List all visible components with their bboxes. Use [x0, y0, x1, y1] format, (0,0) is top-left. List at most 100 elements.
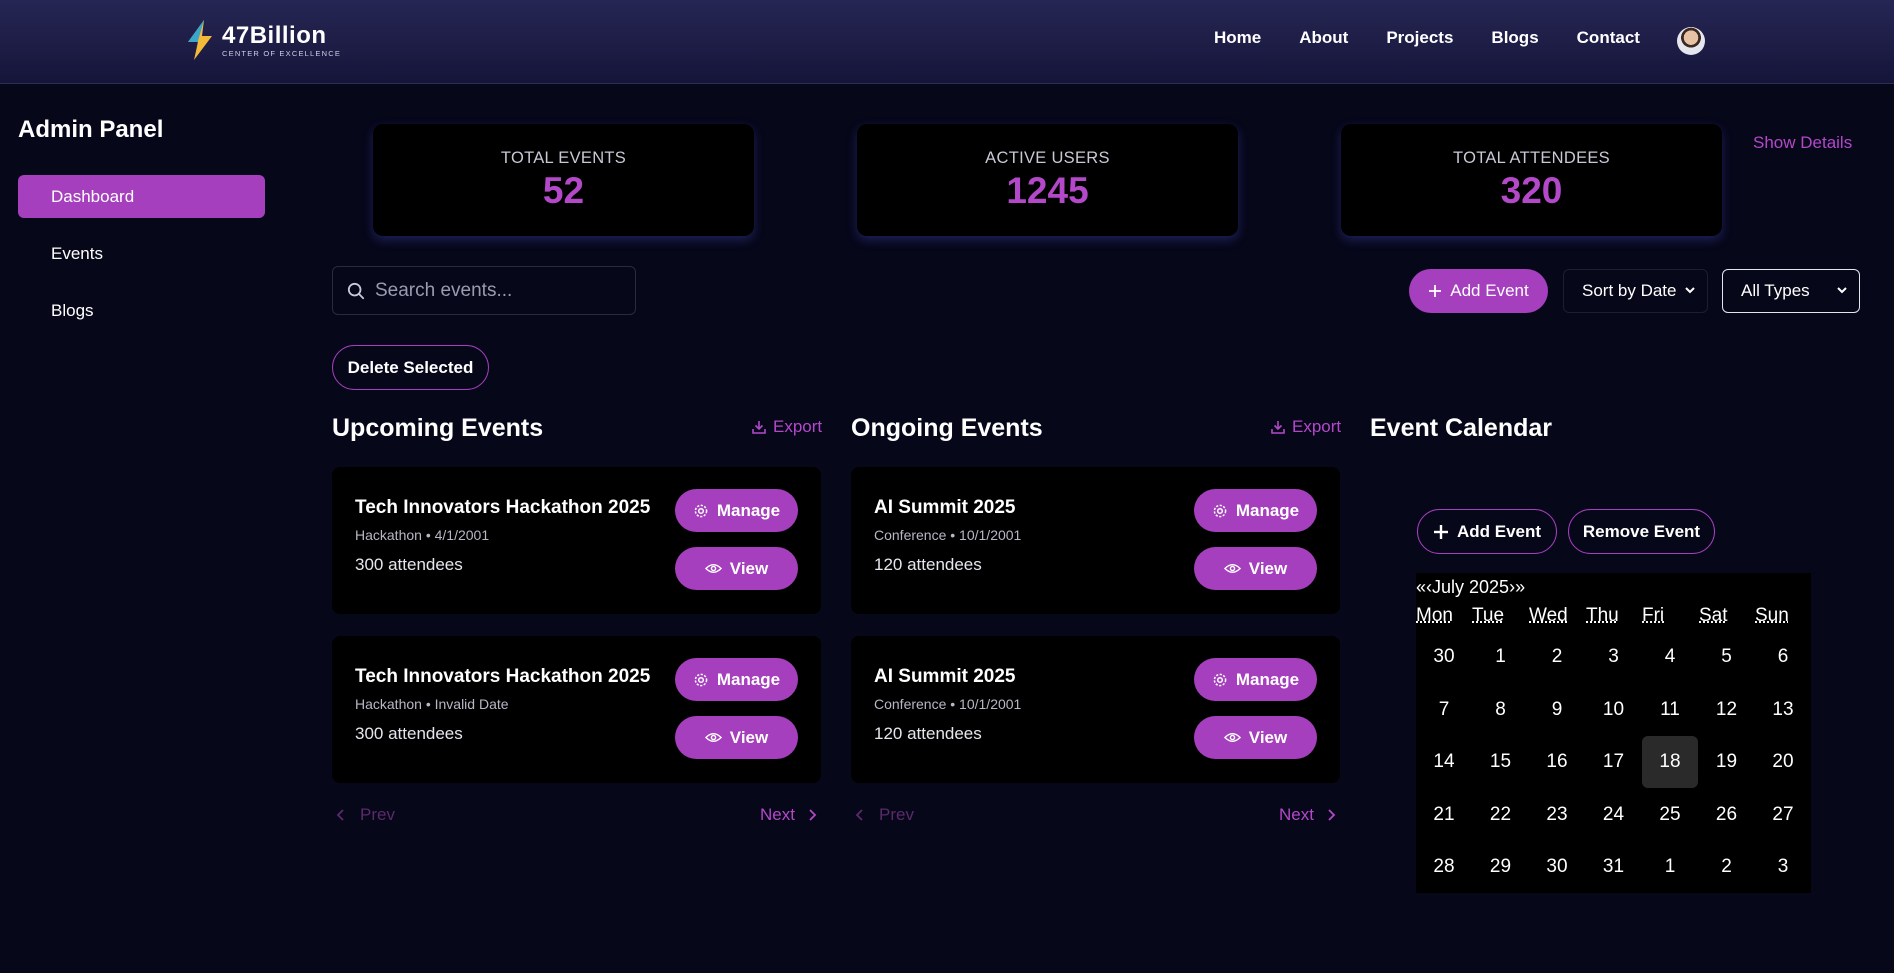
- ongoing-export-button[interactable]: Export: [1270, 417, 1341, 437]
- calendar-weekday-header: Mon Tue Wed Thu Fri Sat Sun: [1416, 605, 1811, 627]
- calendar-day[interactable]: 20: [1755, 736, 1811, 788]
- calendar-day[interactable]: 4: [1642, 631, 1698, 683]
- calendar-day[interactable]: 11: [1642, 684, 1698, 736]
- plus-icon: [1429, 285, 1442, 297]
- sidebar-item-dashboard[interactable]: Dashboard: [18, 175, 265, 218]
- add-event-button[interactable]: Add Event: [1409, 269, 1548, 313]
- calendar-day[interactable]: 31: [1586, 841, 1642, 893]
- view-button[interactable]: View: [1194, 547, 1317, 590]
- calendar-add-event-button[interactable]: Add Event: [1417, 509, 1557, 554]
- calendar-day[interactable]: 3: [1755, 841, 1811, 893]
- calendar-day[interactable]: 26: [1699, 789, 1755, 841]
- type-select[interactable]: All Types: [1722, 269, 1860, 313]
- calendar-day[interactable]: 8: [1473, 684, 1529, 736]
- calendar-day[interactable]: 1: [1642, 841, 1698, 893]
- calendar-prev-buttons[interactable]: «‹: [1416, 577, 1432, 598]
- weekday-label: Mon: [1416, 605, 1453, 626]
- upcoming-prev-button[interactable]: Prev: [336, 805, 395, 825]
- download-icon: [1271, 421, 1285, 434]
- calendar-day[interactable]: 29: [1473, 841, 1529, 893]
- export-label: Export: [1292, 417, 1342, 436]
- event-attendees: 300 attendees: [355, 555, 463, 574]
- stat-value: 1245: [1006, 170, 1089, 211]
- sidebar-item-blogs[interactable]: Blogs: [18, 289, 265, 332]
- weekday-label: Wed: [1529, 605, 1568, 626]
- calendar-day[interactable]: 22: [1473, 789, 1529, 841]
- manage-button[interactable]: Manage: [1194, 658, 1317, 701]
- nav-home[interactable]: Home: [1214, 28, 1261, 48]
- calendar-day[interactable]: 10: [1586, 684, 1642, 736]
- calendar-day[interactable]: 2: [1529, 631, 1585, 683]
- calendar-day[interactable]: 19: [1699, 736, 1755, 788]
- calendar-day[interactable]: 24: [1586, 789, 1642, 841]
- brand-logo[interactable]: 47Billion CENTER OF EXCELLENCE: [182, 18, 341, 62]
- delete-selected-button[interactable]: Delete Selected: [332, 345, 489, 390]
- event-attendees: 300 attendees: [355, 724, 463, 743]
- calendar-day[interactable]: 2: [1699, 841, 1755, 893]
- calendar-day[interactable]: 1: [1473, 631, 1529, 683]
- manage-label: Manage: [1235, 500, 1300, 520]
- event-card[interactable]: AI Summit 2025 Conference • 10/1/2001 12…: [851, 636, 1340, 783]
- view-button[interactable]: View: [1194, 716, 1317, 759]
- calendar-day[interactable]: 16: [1529, 736, 1585, 788]
- calendar-day[interactable]: 30: [1529, 841, 1585, 893]
- view-label: View: [729, 727, 769, 747]
- calendar-day[interactable]: 18: [1642, 736, 1698, 788]
- event-card[interactable]: Tech Innovators Hackathon 2025 Hackathon…: [332, 467, 821, 614]
- calendar-day[interactable]: 3: [1586, 631, 1642, 683]
- view-button[interactable]: View: [675, 716, 798, 759]
- gear-icon: [1213, 504, 1227, 517]
- event-meta: Hackathon • 4/1/2001: [355, 527, 490, 543]
- calendar-day[interactable]: 9: [1529, 684, 1585, 736]
- logo-subtitle: CENTER OF EXCELLENCE: [222, 48, 342, 58]
- remove-event-button[interactable]: Remove Event: [1568, 509, 1715, 554]
- search-input[interactable]: [375, 279, 615, 302]
- manage-button[interactable]: Manage: [675, 658, 798, 701]
- manage-label: Manage: [716, 500, 781, 520]
- upcoming-export-button[interactable]: Export: [751, 417, 822, 437]
- event-calendar-title: Event Calendar: [1370, 414, 1553, 442]
- calendar-day[interactable]: 25: [1642, 789, 1698, 841]
- weekday-label: Fri: [1642, 605, 1665, 626]
- prev-label: Prev: [360, 805, 395, 824]
- calendar-day[interactable]: 27: [1755, 789, 1811, 841]
- nav-blogs[interactable]: Blogs: [1491, 28, 1538, 48]
- sidebar-item-events[interactable]: Events: [18, 232, 265, 275]
- calendar-day[interactable]: 23: [1529, 789, 1585, 841]
- user-avatar[interactable]: [1677, 27, 1705, 55]
- view-button[interactable]: View: [675, 547, 798, 590]
- chevron-right-icon: [1328, 809, 1336, 821]
- calendar-day[interactable]: 7: [1416, 684, 1472, 736]
- stat-value: 52: [542, 170, 585, 211]
- calendar-day[interactable]: 15: [1473, 736, 1529, 788]
- manage-button[interactable]: Manage: [675, 489, 798, 532]
- gear-icon: [1213, 673, 1227, 686]
- calendar-day[interactable]: 30: [1416, 631, 1472, 683]
- manage-button[interactable]: Manage: [1194, 489, 1317, 532]
- calendar-day[interactable]: 17: [1586, 736, 1642, 788]
- nav-projects[interactable]: Projects: [1386, 28, 1453, 48]
- calendar-navigation: «‹ July 2025 ›»: [1416, 577, 1525, 598]
- show-details-link[interactable]: Show Details: [1753, 133, 1852, 153]
- sort-select[interactable]: Sort by Date: [1563, 269, 1708, 313]
- calendar-day[interactable]: 5: [1699, 631, 1755, 683]
- calendar-day[interactable]: 14: [1416, 736, 1472, 788]
- calendar-month-label[interactable]: July 2025: [1432, 577, 1509, 598]
- chevron-down-icon: [1685, 287, 1695, 294]
- calendar-next-buttons[interactable]: ›»: [1509, 577, 1525, 598]
- calendar-day[interactable]: 13: [1755, 684, 1811, 736]
- upcoming-next-button[interactable]: Next: [760, 805, 817, 825]
- download-icon: [752, 421, 766, 434]
- event-card[interactable]: AI Summit 2025 Conference • 10/1/2001 12…: [851, 467, 1340, 614]
- event-card[interactable]: Tech Innovators Hackathon 2025 Hackathon…: [332, 636, 821, 783]
- event-title: Tech Innovators Hackathon 2025: [355, 497, 651, 518]
- nav-contact[interactable]: Contact: [1577, 28, 1640, 48]
- ongoing-next-button[interactable]: Next: [1279, 805, 1336, 825]
- calendar-day[interactable]: 28: [1416, 841, 1472, 893]
- view-label: View: [729, 558, 769, 578]
- ongoing-prev-button[interactable]: Prev: [855, 805, 914, 825]
- calendar-day[interactable]: 21: [1416, 789, 1472, 841]
- nav-about[interactable]: About: [1299, 28, 1348, 48]
- calendar-day[interactable]: 12: [1699, 684, 1755, 736]
- calendar-day[interactable]: 6: [1755, 631, 1811, 683]
